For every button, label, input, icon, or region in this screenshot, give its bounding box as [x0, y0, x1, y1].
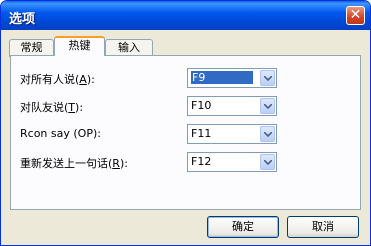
- cancel-button[interactable]: 取消: [287, 216, 359, 238]
- window-title: 选项: [9, 12, 36, 27]
- tab-label: 常规: [20, 41, 43, 54]
- chevron-down-icon: [264, 132, 272, 137]
- chevron-down-icon: [264, 160, 272, 165]
- row-label-all-chat: 对所有人说(A):: [20, 73, 95, 86]
- ok-button[interactable]: 确定: [207, 216, 279, 238]
- row-label-resend-last: 重新发送上一句话(R):: [20, 157, 128, 170]
- dialog-body: 常规 热键 输入 对所有人说(A): F9 对队友说(T): F10 Rcon …: [4, 30, 367, 244]
- options-dialog: 选项 ✕ 常规 热键 输入 对所有人说(A): F9 对队友说(T): F10 …: [0, 0, 371, 246]
- combo-value: F12: [191, 155, 212, 168]
- combo-value: F10: [191, 99, 212, 112]
- tab-label: 输入: [118, 41, 140, 54]
- hotkeys-panel: 对所有人说(A): F9 对队友说(T): F10 Rcon say (OP):…: [10, 55, 361, 210]
- dropdown-button[interactable]: [260, 70, 275, 86]
- rcon-say-hotkey-select[interactable]: F11: [187, 124, 277, 144]
- combo-value: F9: [191, 71, 253, 84]
- row-label-team-chat: 对队友说(T):: [20, 101, 84, 114]
- row-label-rcon-say: Rcon say (OP):: [20, 127, 101, 140]
- close-icon: ✕: [349, 7, 362, 23]
- dropdown-button[interactable]: [260, 98, 275, 114]
- all-chat-hotkey-select[interactable]: F9: [187, 68, 277, 88]
- resend-last-hotkey-select[interactable]: F12: [187, 152, 277, 172]
- dropdown-button[interactable]: [260, 126, 275, 142]
- tab-hotkeys[interactable]: 热键: [54, 36, 105, 56]
- chevron-down-icon: [264, 76, 272, 81]
- team-chat-hotkey-select[interactable]: F10: [187, 96, 277, 116]
- chevron-down-icon: [264, 104, 272, 109]
- close-button[interactable]: ✕: [346, 6, 365, 25]
- tab-label: 热键: [68, 39, 91, 52]
- title-bar[interactable]: 选项 ✕: [1, 1, 370, 30]
- dropdown-button[interactable]: [260, 154, 275, 170]
- combo-value: F11: [191, 127, 212, 140]
